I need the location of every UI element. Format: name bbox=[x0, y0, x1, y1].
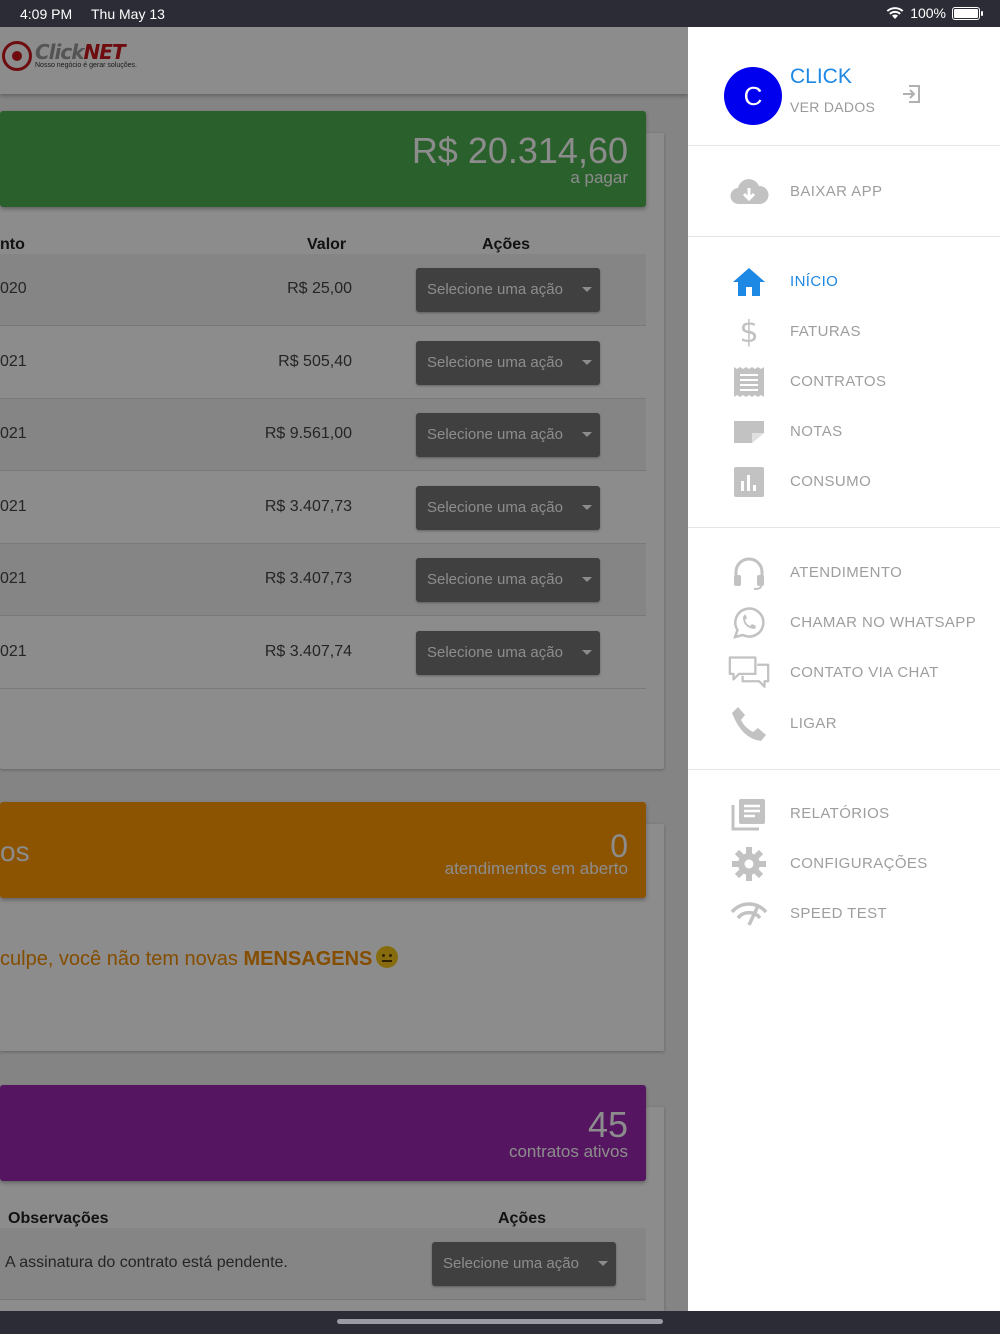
drawer-item-chamar-no-whatsapp[interactable]: CHAMAR NO WHATSAPP bbox=[688, 601, 1000, 645]
user-name[interactable]: CLICK bbox=[790, 65, 852, 89]
drawer-item-ligar[interactable]: LIGAR bbox=[688, 702, 1000, 746]
drawer-divider bbox=[688, 236, 1000, 237]
drawer-divider bbox=[688, 527, 1000, 528]
drawer-item-consumo[interactable]: CONSUMO bbox=[688, 460, 1000, 504]
reports-icon bbox=[728, 798, 770, 831]
drawer-item-baixar-app[interactable]: BAIXAR APP bbox=[688, 170, 1000, 214]
drawer-item-label: ATENDIMENTO bbox=[790, 564, 903, 581]
status-date: Thu May 13 bbox=[91, 6, 165, 22]
bar-chart-icon bbox=[728, 466, 770, 498]
gear-icon bbox=[728, 847, 770, 881]
headset-icon bbox=[728, 557, 770, 590]
drawer-item-label: CONFIGURAÇÕES bbox=[790, 855, 928, 872]
drawer-item-label: LIGAR bbox=[790, 715, 838, 732]
drawer-item-label: INÍCIO bbox=[790, 273, 839, 290]
note-icon bbox=[728, 416, 770, 448]
drawer-item-label: RELATÓRIOS bbox=[790, 805, 890, 822]
drawer-item-contato-via-chat[interactable]: CONTATO VIA CHAT bbox=[688, 651, 1000, 695]
drawer-divider bbox=[688, 145, 1000, 146]
svg-text:$: $ bbox=[739, 316, 758, 348]
drawer-item-configuracoes[interactable]: CONFIGURAÇÕES bbox=[688, 842, 1000, 886]
phone-icon bbox=[728, 707, 770, 741]
status-indicators: 100% bbox=[886, 5, 983, 21]
battery-icon bbox=[952, 6, 983, 20]
home-indicator bbox=[337, 1319, 663, 1324]
main-content: ClickNET Nosso negócio é gerar soluções.… bbox=[0, 27, 688, 1311]
avatar[interactable]: C bbox=[724, 67, 782, 125]
drawer-item-label: SPEED TEST bbox=[790, 905, 888, 922]
drawer-item-relatorios[interactable]: RELATÓRIOS bbox=[688, 792, 1000, 836]
cloud-download-icon bbox=[728, 176, 770, 208]
drawer-item-notas[interactable]: NOTAS bbox=[688, 410, 1000, 454]
drawer-item-faturas[interactable]: $ FATURAS bbox=[688, 310, 1000, 354]
drawer-item-label: NOTAS bbox=[790, 423, 843, 440]
drawer-item-label: CONTRATOS bbox=[790, 373, 887, 390]
drawer-item-contratos[interactable]: CONTRATOS bbox=[688, 360, 1000, 404]
ver-dados-link[interactable]: VER DADOS bbox=[790, 99, 875, 115]
status-time: 4:09 PM bbox=[20, 6, 73, 22]
drawer-item-label: FATURAS bbox=[790, 323, 861, 340]
drawer-item-label: BAIXAR APP bbox=[790, 183, 883, 200]
navigation-drawer: C CLICK VER DADOS BAIXAR APP INÍCIO $ FATU… bbox=[688, 27, 1000, 1311]
drawer-backdrop[interactable] bbox=[0, 27, 688, 1311]
receipt-icon bbox=[728, 366, 770, 398]
drawer-item-speed-test[interactable]: SPEED TEST bbox=[688, 892, 1000, 936]
logout-icon[interactable] bbox=[900, 82, 924, 106]
drawer-item-inicio[interactable]: INÍCIO bbox=[688, 260, 1000, 304]
wifi-icon bbox=[886, 7, 904, 19]
dollar-icon: $ bbox=[728, 316, 770, 348]
whatsapp-icon bbox=[728, 607, 770, 639]
drawer-item-label: CHAMAR NO WHATSAPP bbox=[790, 614, 977, 631]
chat-icon bbox=[728, 656, 770, 689]
drawer-item-label: CONTATO VIA CHAT bbox=[790, 664, 939, 681]
home-icon bbox=[728, 266, 770, 298]
drawer-divider bbox=[688, 769, 1000, 770]
drawer-item-label: CONSUMO bbox=[790, 473, 872, 490]
speed-test-icon bbox=[728, 898, 770, 930]
status-bar: 4:09 PM Thu May 13 100% bbox=[0, 0, 1000, 27]
battery-percent: 100% bbox=[910, 5, 946, 21]
drawer-item-atendimento[interactable]: ATENDIMENTO bbox=[688, 551, 1000, 595]
